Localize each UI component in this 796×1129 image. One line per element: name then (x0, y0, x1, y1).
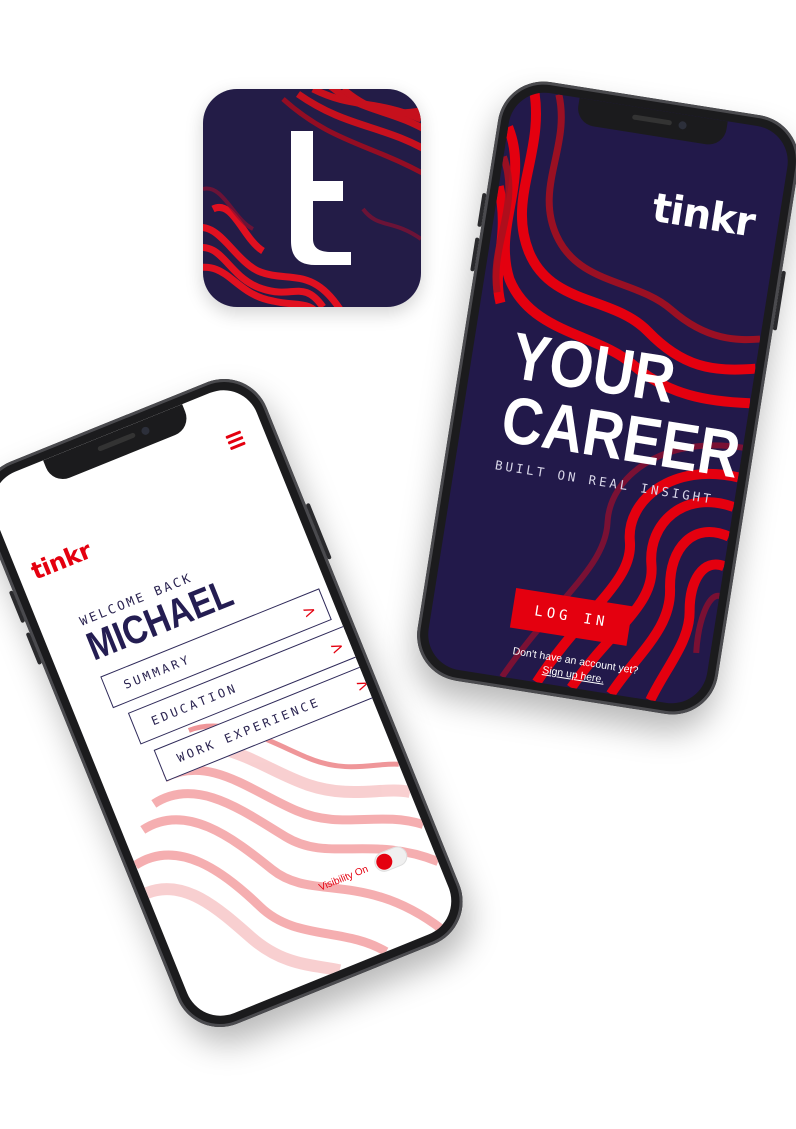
front-camera (140, 425, 151, 437)
chevron-right-icon: > (326, 635, 347, 659)
t-glyph-icon (291, 131, 351, 265)
speaker (631, 114, 673, 126)
chevron-right-icon: > (352, 672, 373, 696)
volume-button (25, 631, 43, 666)
toggle-knob (373, 851, 395, 873)
app-icon[interactable] (203, 89, 421, 307)
chevron-right-icon: > (299, 599, 319, 622)
login-screen: tinkr YOUR CAREER BUILT ON REAL INSIGHT … (423, 87, 793, 709)
volume-button (8, 590, 26, 624)
volume-button (477, 192, 487, 228)
speaker (97, 432, 137, 452)
phone-profile: tinkr WELCOME BACK MICHAEL SUMMARY > EDU… (0, 365, 477, 1041)
profile-screen: tinkr WELCOME BACK MICHAEL SUMMARY > EDU… (0, 379, 463, 1027)
power-button (772, 270, 787, 331)
phone-login: tinkr YOUR CAREER BUILT ON REAL INSIGHT … (410, 74, 796, 722)
front-camera (677, 120, 688, 130)
volume-button (470, 237, 480, 272)
